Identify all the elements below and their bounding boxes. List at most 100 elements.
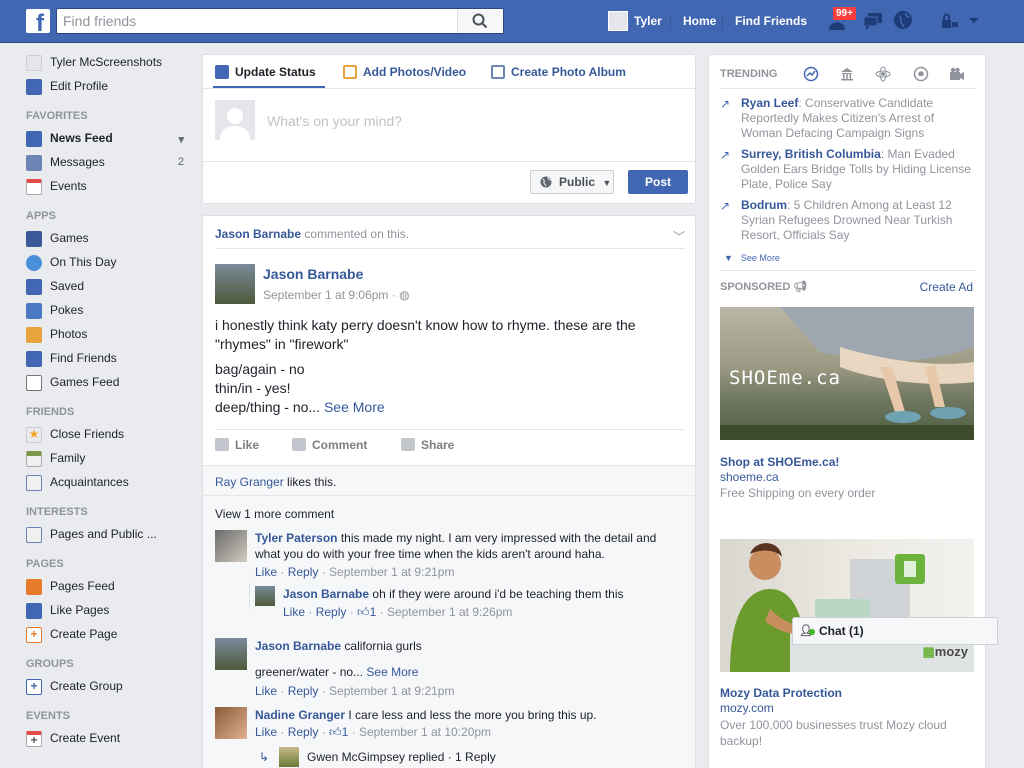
user-avatar[interactable] — [608, 11, 628, 31]
ad-image[interactable]: SHOEme.ca — [720, 307, 974, 440]
search-input[interactable] — [57, 9, 447, 33]
view-more-comments-link[interactable]: View 1 more comment — [215, 506, 334, 522]
comment-like-count[interactable]: 👍︎1 — [357, 605, 376, 619]
liker-name-link[interactable]: Ray Granger — [215, 475, 284, 489]
comment-timestamp[interactable]: September 1 at 9:26pm — [387, 605, 512, 619]
commenter-name-link[interactable]: Jason Barnabe — [255, 639, 341, 653]
comment-like-count[interactable]: 👍︎1 — [329, 725, 348, 739]
author-name[interactable]: Jason Barnabe — [263, 266, 363, 282]
trending-sports-icon[interactable] — [913, 66, 929, 82]
sidebar-item-like-pages[interactable]: Like Pages — [26, 600, 192, 624]
trending-top-icon[interactable] — [803, 66, 819, 82]
active-tab-indicator — [213, 86, 325, 88]
trending-item[interactable]: ↗ Surrey, British Columbia: Man Evaded Go… — [720, 147, 976, 192]
album-icon — [491, 65, 505, 79]
sidebar-item-family[interactable]: Family — [26, 448, 192, 472]
comment-like-link[interactable]: Like — [255, 684, 277, 698]
comment-like-link[interactable]: Like — [255, 565, 277, 579]
commenter-avatar[interactable] — [215, 707, 247, 739]
messages-icon[interactable] — [862, 10, 884, 32]
profile-link[interactable]: Tyler McScreenshots — [26, 52, 192, 76]
comment-like-link[interactable]: Like — [255, 725, 277, 739]
sidebar-item-find-friends[interactable]: Find Friends — [26, 348, 192, 372]
ad-image[interactable]: ▦mozy — [720, 539, 974, 672]
trending-topic[interactable]: Surrey, British Columbia — [741, 147, 881, 161]
comment-timestamp[interactable]: September 1 at 9:21pm — [329, 565, 454, 579]
search-button[interactable] — [457, 9, 503, 33]
actor-link[interactable]: Jason Barnabe — [215, 227, 301, 241]
tab-add-photos-video[interactable]: Add Photos/Video — [343, 65, 466, 79]
sidebar-item-photos[interactable]: Photos — [26, 324, 192, 348]
trending-entertainment-icon[interactable] — [949, 66, 965, 82]
chat-sidebar-toggle[interactable]: 👤︎ Chat (1) — [792, 617, 998, 645]
comment-timestamp[interactable]: September 1 at 10:20pm — [359, 725, 491, 739]
sidebar-item-games[interactable]: Games — [26, 228, 192, 252]
trending-item[interactable]: ↗ Ryan Leef: Conservative Candidate Repor… — [720, 96, 976, 141]
story-options-chevron-icon[interactable]: ﹀ — [673, 228, 685, 245]
family-icon — [26, 451, 42, 467]
commenter-avatar[interactable] — [215, 530, 247, 562]
sidebar-item-create-group[interactable]: + Create Group — [26, 676, 192, 700]
sidebar-item-acquaintances[interactable]: Acquaintances — [26, 472, 192, 496]
notifications-globe-icon[interactable] — [893, 10, 913, 30]
tab-update-status[interactable]: Update Status — [215, 65, 316, 79]
see-more-link[interactable]: See More — [366, 665, 418, 679]
comment-reply-link[interactable]: Reply — [288, 725, 319, 739]
comment-timestamp[interactable]: September 1 at 9:21pm — [329, 684, 454, 698]
news-feed-options-chevron-icon[interactable]: ▾ — [178, 130, 184, 150]
trending-topic[interactable]: Bodrum — [741, 198, 787, 212]
trending-science-icon[interactable] — [875, 66, 891, 82]
create-ad-link[interactable]: Create Ad — [920, 280, 973, 294]
sidebar-item-pokes[interactable]: Pokes — [26, 300, 192, 324]
sidebar-item-news-feed[interactable]: News Feed ▾ — [26, 128, 192, 152]
sidebar-item-events[interactable]: Events — [26, 176, 192, 200]
trending-item[interactable]: ↗ Bodrum: 5 Children Among at Least 12 Sy… — [720, 198, 976, 243]
comment-reply-link[interactable]: Reply — [288, 565, 319, 579]
privacy-lock-icon[interactable] — [940, 13, 960, 29]
commenter-avatar[interactable] — [215, 638, 247, 670]
see-more-link[interactable]: See More — [324, 399, 385, 415]
sidebar-item-on-this-day[interactable]: On This Day — [26, 252, 192, 276]
find-friends-link[interactable]: Find Friends — [735, 0, 807, 42]
comment-button[interactable]: Comment — [292, 438, 367, 452]
ad-url[interactable]: mozy.com — [720, 701, 774, 715]
sidebar-item-messages[interactable]: Messages 2 — [26, 152, 192, 176]
account-menu-chevron-down-icon[interactable] — [968, 17, 980, 25]
commenter-name-link[interactable]: Jason Barnabe — [283, 587, 369, 601]
share-button[interactable]: Share — [401, 438, 454, 452]
ad-title-link[interactable]: Mozy Data Protection — [720, 686, 842, 700]
view-replies-link[interactable]: Gwen McGimpsey replied · 1 Reply — [307, 749, 496, 765]
ad-title-link[interactable]: Shop at SHOEme.ca! — [720, 455, 839, 469]
commenter-avatar[interactable] — [255, 586, 275, 606]
sidebar-item-games-feed[interactable]: Games Feed — [26, 372, 192, 396]
comment-reply-link[interactable]: Reply — [288, 684, 319, 698]
post-button[interactable]: Post — [628, 170, 688, 194]
sidebar-item-pages-and-public[interactable]: Pages and Public ... — [26, 524, 192, 548]
comment-like-link[interactable]: Like — [283, 605, 305, 619]
tab-create-photo-album[interactable]: Create Photo Album — [491, 65, 626, 79]
sidebar-item-pages-feed[interactable]: Pages Feed — [26, 576, 192, 600]
commenter-name-link[interactable]: Tyler Paterson — [255, 531, 337, 545]
facebook-logo[interactable]: f — [26, 9, 50, 33]
sidebar-item-close-friends[interactable]: ★ Close Friends — [26, 424, 192, 448]
sidebar-item-saved[interactable]: Saved — [26, 276, 192, 300]
commenter-name-link[interactable]: Nadine Granger — [255, 708, 345, 722]
author-avatar[interactable] — [215, 264, 255, 304]
like-count: 1 — [341, 725, 349, 739]
replier-avatar[interactable] — [279, 747, 299, 767]
globe-icon — [540, 176, 552, 188]
edit-profile-link[interactable]: Edit Profile — [26, 76, 192, 100]
home-link[interactable]: Home — [683, 0, 716, 42]
audience-selector-button[interactable]: Public ▼ — [530, 170, 614, 194]
sidebar-item-create-page[interactable]: + Create Page — [26, 624, 192, 648]
sidebar-item-create-event[interactable]: + Create Event — [26, 728, 192, 752]
ad-url[interactable]: shoeme.ca — [720, 470, 779, 484]
status-input[interactable]: What's on your mind? — [267, 113, 402, 129]
trending-see-more-link[interactable]: ▼ See More — [724, 250, 788, 264]
profile-link[interactable]: Tyler — [634, 0, 662, 42]
like-button[interactable]: Like — [215, 438, 259, 452]
trending-politics-icon[interactable] — [839, 66, 855, 82]
trending-topic[interactable]: Ryan Leef — [741, 96, 798, 110]
post-timestamp[interactable]: September 1 at 9:06pm · ◍ — [263, 288, 410, 302]
comment-reply-link[interactable]: Reply — [316, 605, 347, 619]
